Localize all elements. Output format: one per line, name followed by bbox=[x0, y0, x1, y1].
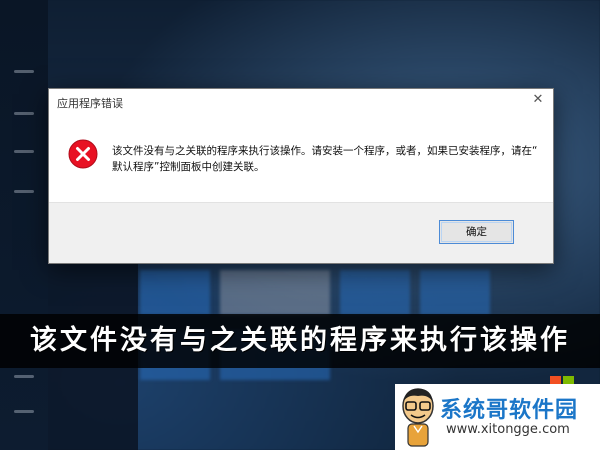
app-icon bbox=[14, 150, 34, 153]
settings-icon bbox=[14, 375, 34, 378]
dialog-footer: 确定 bbox=[49, 202, 553, 263]
tile bbox=[420, 270, 490, 315]
caption-banner: 该文件没有与之关联的程序来执行该操作 bbox=[0, 314, 600, 368]
message-line: 默认程序”控制面板中创建关联。 bbox=[112, 161, 265, 173]
banner-text: 该文件没有与之关联的程序来执行该操作 bbox=[30, 325, 570, 356]
tile bbox=[340, 270, 410, 315]
logo-url: www.xitongge.com bbox=[446, 422, 570, 437]
error-message: 该文件没有与之关联的程序来执行该操作。请安装一个程序，或者，如果已安装程序，请在… bbox=[112, 143, 542, 175]
mascot-icon bbox=[402, 388, 434, 447]
error-icon bbox=[68, 139, 98, 169]
logo-square bbox=[550, 376, 561, 384]
logo-square bbox=[563, 376, 574, 384]
windows-logo-icon bbox=[550, 376, 574, 384]
app-icon bbox=[14, 112, 34, 115]
ok-button[interactable]: 确定 bbox=[439, 220, 514, 244]
tile bbox=[220, 270, 330, 315]
error-dialog: 应用程序错误 ✕ 该文件没有与之关联的程序来执行该操作。请安装一个程序，或者，如… bbox=[48, 88, 554, 264]
app-icon bbox=[14, 190, 34, 193]
close-button[interactable]: ✕ bbox=[527, 91, 549, 109]
power-icon bbox=[14, 410, 34, 413]
logo-title: 系统哥软件园 bbox=[440, 398, 579, 423]
menu-icon bbox=[14, 70, 34, 73]
message-line: 该文件没有与之关联的程序来执行该操作。请安装一个程序，或者，如果已安装程序，请在… bbox=[112, 145, 538, 157]
dialog-title: 应用程序错误 bbox=[57, 97, 123, 110]
taskbar-left bbox=[0, 0, 48, 450]
tile bbox=[140, 270, 210, 315]
